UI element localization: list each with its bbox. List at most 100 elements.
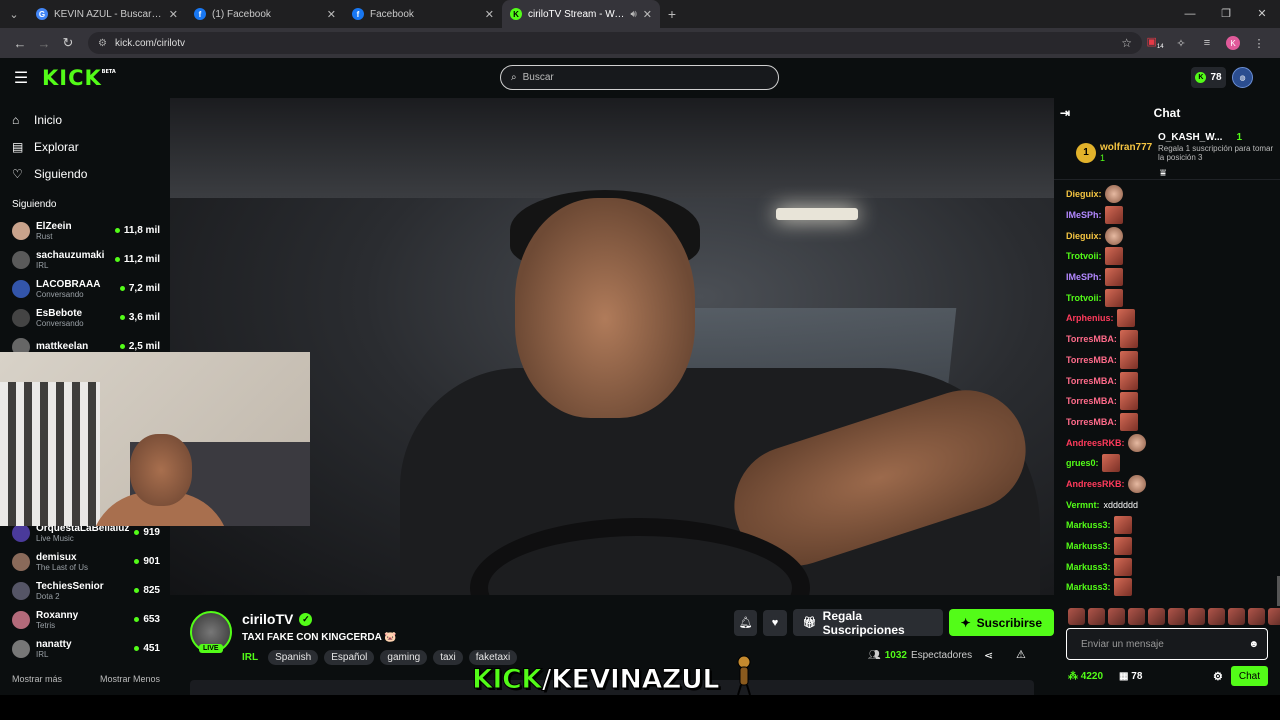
following-channel[interactable]: ElZeein Rust 11,8 mil <box>0 216 170 245</box>
report-warning-icon[interactable]: ⚠ <box>1016 648 1026 661</box>
chat-send-button[interactable]: Chat <box>1230 666 1268 686</box>
kick-points-badge[interactable]: K 78 <box>1191 67 1226 88</box>
tab-close-icon[interactable]: ✕ <box>643 8 652 21</box>
chat-username[interactable]: Dieguix: <box>1066 231 1102 241</box>
tab-close-icon[interactable]: ✕ <box>169 8 178 21</box>
quick-emote[interactable] <box>1168 608 1185 625</box>
quick-emote[interactable] <box>1148 608 1165 625</box>
sidebar-item-siguiendo[interactable]: ♡ Siguiendo <box>0 160 170 187</box>
chat-filter-icon[interactable]: ⩸ <box>1160 168 1166 179</box>
close-window-icon[interactable]: ✕ <box>1244 0 1280 28</box>
following-channel[interactable]: EsBebote Conversando 3,6 mil <box>0 303 170 332</box>
share-icon[interactable]: ⋖ <box>984 649 993 662</box>
new-tab-button[interactable]: + <box>660 6 684 22</box>
browser-tab[interactable]: KciriloTV Stream - Watch Live 🔊︎ ✕ <box>502 0 660 28</box>
kick-logo[interactable]: KICK BETA <box>42 66 116 90</box>
chat-username[interactable]: IMeSPh: <box>1066 272 1102 282</box>
following-channel[interactable]: nanatty IRL 451 <box>0 634 170 663</box>
chat-username[interactable]: grues0: <box>1066 458 1099 468</box>
quick-emote[interactable] <box>1108 608 1125 625</box>
stream-tag[interactable]: faketaxi <box>468 650 518 665</box>
show-less-link[interactable]: Mostrar Menos <box>100 674 160 684</box>
chat-username[interactable]: Markuss3: <box>1066 582 1111 592</box>
following-channel[interactable]: Roxanny Tetris 653 <box>0 605 170 634</box>
chat-message-input[interactable]: Enviar un mensaje ☻ <box>1066 628 1268 660</box>
channel-name[interactable]: ciriloTV ✓ <box>242 611 313 627</box>
chat-username[interactable]: Arphenius: <box>1066 313 1114 323</box>
leaderboard-first[interactable]: 1 wolfran777 1 <box>1076 142 1152 163</box>
collapse-chat-icon[interactable]: ⇥ <box>1060 106 1070 120</box>
following-channel[interactable]: demisux The Last of Us 901 <box>0 547 170 576</box>
media-queue-icon[interactable]: ≡ <box>1194 37 1220 49</box>
site-info-icon[interactable]: ⚙ <box>98 38 107 49</box>
profile-avatar[interactable]: K <box>1226 36 1240 50</box>
quick-emote[interactable] <box>1228 608 1245 625</box>
user-avatar[interactable]: ◍ <box>1232 67 1253 88</box>
url-field[interactable]: ⚙ kick.com/cirilotv ☆ <box>88 32 1142 54</box>
tab-search-icon[interactable]: ⌄ <box>0 0 28 28</box>
tab-audio-icon[interactable]: 🔊︎ <box>630 9 636 20</box>
quick-emote[interactable] <box>1208 608 1225 625</box>
sidebar-item-inicio[interactable]: ⌂ Inicio <box>0 106 170 133</box>
back-icon[interactable]: ← <box>8 36 32 51</box>
chat-username[interactable]: Trotvoii: <box>1066 251 1102 261</box>
stream-tag[interactable]: Spanish <box>268 650 319 665</box>
notification-bell-button[interactable]: 🔔︎ <box>734 609 758 636</box>
chat-settings-gear-icon[interactable]: ⚙ <box>1213 670 1223 683</box>
browser-tab[interactable]: f Facebook ✕ <box>344 0 502 28</box>
chat-username[interactable]: Markuss3: <box>1066 562 1111 572</box>
chat-username[interactable]: Dieguix: <box>1066 189 1102 199</box>
chat-username[interactable]: TorresMBA: <box>1066 376 1117 386</box>
quick-emote[interactable] <box>1128 608 1145 625</box>
browser-menu-icon[interactable]: ⋮ <box>1246 37 1272 50</box>
sidebar-item-explorar[interactable]: ▤ Explorar <box>0 133 170 160</box>
chat-username[interactable]: Trotvoii: <box>1066 293 1102 303</box>
leaderboard-second[interactable]: O_KASH_W... 1 Regala 1 suscripción para t… <box>1158 132 1278 162</box>
chat-username[interactable]: Vermnt: <box>1066 500 1100 510</box>
minimize-icon[interactable]: — <box>1172 0 1208 28</box>
tab-close-icon[interactable]: ✕ <box>327 8 336 21</box>
chat-username[interactable]: TorresMBA: <box>1066 355 1117 365</box>
viewers-icon: 👥︎ <box>868 650 881 661</box>
chat-username[interactable]: IMeSPh: <box>1066 210 1102 220</box>
chat-username[interactable]: Markuss3: <box>1066 520 1111 530</box>
subscribe-button[interactable]: ✦ Suscribirse <box>948 609 1055 636</box>
stream-tag[interactable]: taxi <box>433 650 463 665</box>
chat-username[interactable]: TorresMBA: <box>1066 417 1117 427</box>
restore-icon[interactable]: ❐ <box>1208 0 1244 28</box>
extension-icon[interactable]: ▣14 <box>1142 35 1168 50</box>
following-channel[interactable]: TechiesSenior Dota 2 825 <box>0 576 170 605</box>
tab-close-icon[interactable]: ✕ <box>485 8 494 21</box>
gift-subs-button[interactable]: 🎁︎ Regala Suscripciones <box>792 609 943 637</box>
channel-name: LACOBRAAA <box>36 278 101 290</box>
extensions-puzzle-icon[interactable]: ✧ <box>1168 37 1194 50</box>
bookmark-star-icon[interactable]: ☆ <box>1121 36 1132 50</box>
quick-emote[interactable] <box>1088 608 1105 625</box>
following-channel[interactable]: LACOBRAAA Conversando 7,2 mil <box>0 274 170 303</box>
browser-tab[interactable]: f (1) Facebook ✕ <box>186 0 344 28</box>
following-channel[interactable]: sachauzumaki IRL 11,2 mil <box>0 245 170 274</box>
follow-heart-button[interactable]: ♥ <box>763 609 787 636</box>
chat-username[interactable]: AndreesRKB: <box>1066 438 1125 448</box>
quick-emote[interactable] <box>1188 608 1205 625</box>
hamburger-menu-icon[interactable]: ☰ <box>0 68 42 88</box>
search-input[interactable]: ⌕ Buscar <box>500 65 779 90</box>
quick-emote[interactable] <box>1268 608 1280 625</box>
chat-username[interactable]: TorresMBA: <box>1066 334 1117 344</box>
chat-username[interactable]: Markuss3: <box>1066 541 1111 551</box>
quick-emote[interactable] <box>1248 608 1265 625</box>
chat-message: Trotvoii: <box>1066 287 1276 308</box>
stream-tag[interactable]: Español <box>324 650 375 665</box>
chat-username[interactable]: TorresMBA: <box>1066 396 1117 406</box>
quick-emote[interactable] <box>1068 608 1085 625</box>
stream-category[interactable]: IRL <box>242 652 258 663</box>
reload-icon[interactable]: ↻ <box>56 35 80 51</box>
browser-tab[interactable]: G KEVIN AZUL - Buscar con Google ✕ <box>28 0 186 28</box>
stream-tag[interactable]: gaming <box>380 650 428 665</box>
gift-count[interactable]: ▦ 78 <box>1119 671 1142 682</box>
channel-points[interactable]: ⁂ 4220 <box>1068 671 1103 682</box>
show-more-link[interactable]: Mostrar más <box>12 674 62 684</box>
forward-icon[interactable]: → <box>32 36 56 51</box>
emoji-picker-icon[interactable]: ☻ <box>1248 639 1259 650</box>
chat-username[interactable]: AndreesRKB: <box>1066 479 1125 489</box>
